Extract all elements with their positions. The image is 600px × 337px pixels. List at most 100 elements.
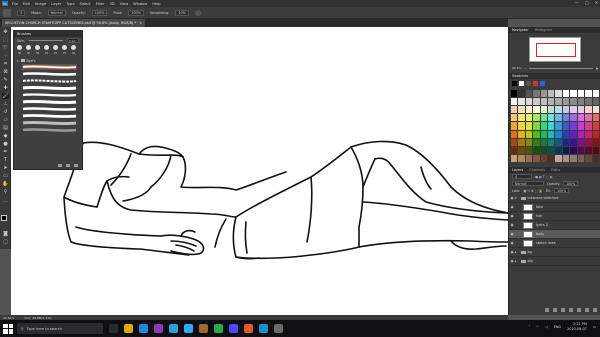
color-swatch[interactable] [518,90,525,98]
layer-style-icon[interactable] [553,308,557,312]
color-swatch[interactable] [592,90,599,98]
gear-icon[interactable] [194,9,201,16]
trash-icon[interactable] [593,308,597,312]
color-swatch[interactable] [592,98,599,106]
color-swatch[interactable] [518,122,525,130]
color-swatch[interactable] [511,114,518,122]
color-swatch[interactable] [548,106,555,114]
chevron-down-icon[interactable]: ▾ [515,196,517,200]
delete-brush-icon[interactable] [74,164,78,167]
color-swatch[interactable] [518,130,525,138]
color-swatch[interactable] [570,98,577,106]
color-swatch[interactable] [570,138,577,146]
move-tool-icon[interactable]: ✥ [2,29,9,35]
volume-icon[interactable]: ◁ [545,325,548,329]
frame-tool-icon[interactable]: ⊠ [2,69,9,75]
color-swatch[interactable] [533,138,540,146]
brush-preset-icon[interactable] [3,8,11,17]
zoom-in-icon[interactable]: ▲ [596,66,598,70]
color-swatch[interactable] [533,90,540,98]
tab-paths[interactable]: Paths [551,168,560,172]
hand-tool-icon[interactable]: ✋ [2,181,9,187]
color-swatch[interactable] [570,122,577,130]
color-swatch[interactable] [562,114,570,122]
tab-swatches[interactable]: Swatches [512,74,528,78]
color-swatch[interactable] [577,146,585,154]
recent-swatch[interactable] [526,81,531,86]
taskbar-app-icon[interactable] [259,324,268,333]
windows-start-icon[interactable] [3,323,13,334]
taskbar-app-icon[interactable] [274,324,283,333]
layer-row-selected[interactable]: ◉ body [509,230,600,239]
color-swatch[interactable] [570,154,577,162]
new-layer-icon[interactable] [585,308,589,312]
color-swatch[interactable] [548,138,555,146]
menu-image[interactable]: Image [35,2,46,6]
color-swatch[interactable] [577,114,585,122]
color-swatch[interactable] [525,130,533,138]
color-swatch[interactable] [585,114,592,122]
brush-tip[interactable] [62,45,67,50]
taskbar-app-icon[interactable] [124,324,133,333]
color-swatch[interactable] [555,106,562,114]
layer-row[interactable]: ◉ sketch lines [509,239,600,248]
color-swatch[interactable] [548,98,555,106]
brush-stroke-preset[interactable] [22,78,77,84]
status-zoom[interactable]: 90.61% [3,316,14,320]
layer-row[interactable]: ◉ face [509,203,600,212]
color-swatch[interactable] [592,130,599,138]
new-brush-icon[interactable] [66,164,70,167]
minimize-icon[interactable]: — [575,0,579,5]
menu-layer[interactable]: Layer [51,2,61,6]
mode-select[interactable]: Normal [47,9,66,16]
color-swatch[interactable] [540,130,548,138]
color-swatch[interactable] [592,138,599,146]
recent-swatch[interactable] [512,81,517,86]
taskbar-app-icon[interactable] [229,324,238,333]
brush-stroke-preset[interactable] [22,106,77,112]
color-swatch[interactable] [585,90,592,98]
color-swatch[interactable] [548,146,555,154]
menu-file[interactable]: File [12,2,18,6]
chevron-right-icon[interactable]: ▸ [515,259,517,263]
layer-row[interactable]: ◉ ▾ cutscene sketched [509,194,600,203]
color-swatch[interactable] [533,154,540,162]
color-swatch[interactable] [518,146,525,154]
chevron-right-icon[interactable]: ▸ [515,250,517,254]
taskbar-app-icon[interactable] [244,324,253,333]
color-swatch[interactable] [548,154,555,162]
brush-tip[interactable] [71,45,76,50]
foreground-color-swatch[interactable] [1,215,7,221]
close-tab-icon[interactable]: × [139,21,142,25]
color-swatch[interactable] [570,90,577,98]
color-swatch[interactable] [518,138,525,146]
layer-opacity-field[interactable]: 100% [563,181,579,186]
color-swatch[interactable] [525,114,533,122]
history-brush-tool-icon[interactable]: ↺ [2,109,9,115]
canvas-area[interactable] [11,27,508,315]
lasso-tool-icon[interactable]: ➰ [2,45,9,51]
network-icon[interactable]: ◠ [536,325,539,329]
layer-row[interactable]: ◉ ▸ sky [509,257,600,266]
brush-stroke-preset[interactable] [22,113,77,119]
tab-navigator[interactable]: Navigator [512,28,529,32]
color-swatch[interactable] [540,114,548,122]
color-swatch[interactable] [562,138,570,146]
color-swatch[interactable] [518,114,525,122]
layer-row[interactable]: ◉ ▸ bg [509,248,600,257]
color-swatch[interactable] [562,98,570,106]
menu-type[interactable]: Type [66,2,74,6]
menu-select[interactable]: Select [80,2,91,6]
color-swatch[interactable] [540,122,548,130]
taskbar-app-icon[interactable] [184,324,193,333]
blur-tool-icon[interactable]: ◆ [2,133,9,139]
color-swatch[interactable] [533,122,540,130]
color-swatch[interactable] [555,146,562,154]
brush-stroke-preset[interactable] [22,92,77,98]
color-swatch[interactable] [511,90,518,98]
color-swatch[interactable] [592,146,599,154]
taskbar-app-icon[interactable] [154,324,163,333]
color-swatch[interactable] [548,90,555,98]
color-swatch[interactable] [577,106,585,114]
color-swatch[interactable] [511,154,518,162]
